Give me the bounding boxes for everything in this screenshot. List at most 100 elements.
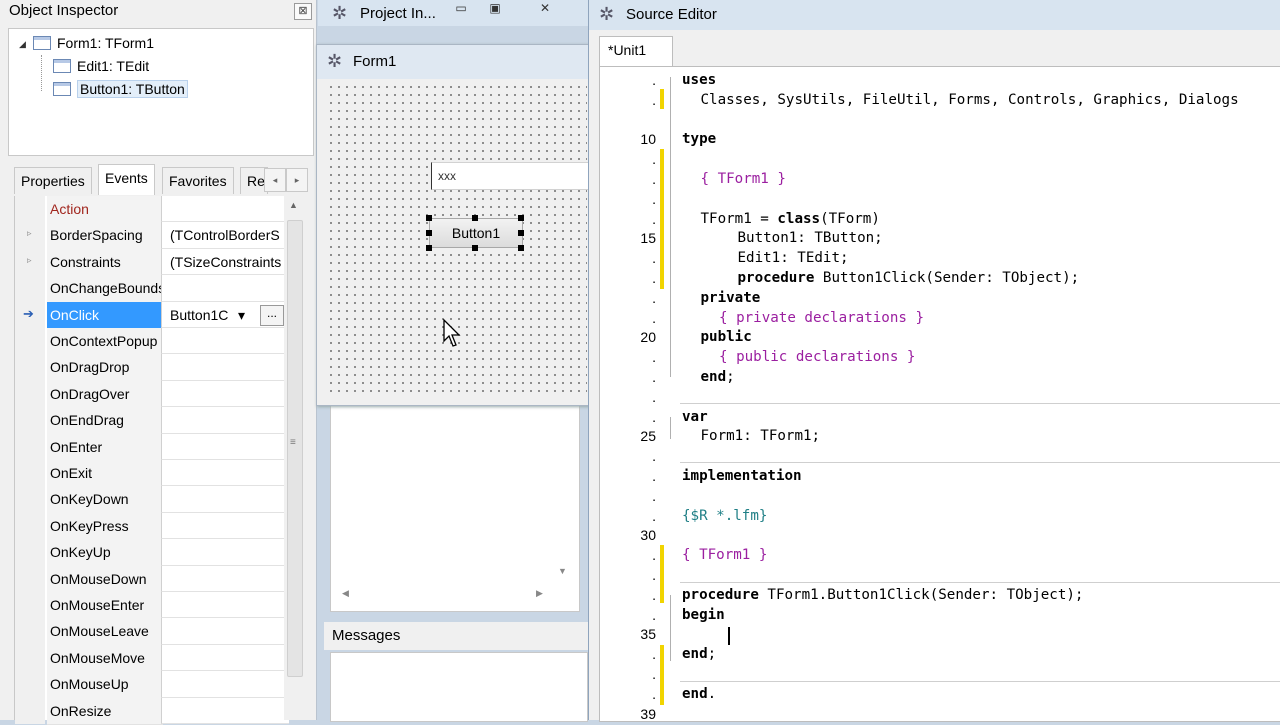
close-icon[interactable]: ⊠ [294, 3, 312, 20]
property-value[interactable] [161, 592, 289, 619]
property-value[interactable] [161, 565, 289, 592]
property-value[interactable] [161, 539, 289, 566]
grid-row[interactable]: OnKeyPress [15, 512, 289, 541]
minimize-icon[interactable]: ▭ [450, 1, 472, 15]
tree-node-button1[interactable]: Button1: TButton [53, 79, 188, 99]
property-name[interactable]: OnKeyUp [47, 539, 163, 567]
property-name[interactable]: Action [47, 196, 163, 224]
ellipsis-button[interactable]: ... [260, 304, 284, 326]
property-value[interactable] [161, 275, 289, 302]
code-editor[interactable]: .. 10.... 15.... 20.... 25.... 30.... 35... 39 … [599, 66, 1280, 722]
resize-handle[interactable] [426, 230, 432, 236]
property-name[interactable]: OnClick [47, 301, 163, 329]
grid-row[interactable]: OnKeyUp [15, 539, 289, 567]
tab-properties[interactable]: Properties [14, 167, 92, 194]
close-icon[interactable]: ✕ [534, 1, 556, 15]
property-name[interactable]: OnMouseMove [47, 644, 163, 673]
property-value[interactable] [161, 486, 289, 513]
property-value[interactable] [161, 671, 289, 698]
collapse-arrow-icon[interactable]: ◢ [19, 39, 26, 50]
tab-scroll-left-icon[interactable]: ◂ [264, 168, 286, 192]
grid-row[interactable]: OnEndDrag [15, 407, 289, 435]
grid-row[interactable]: OnMouseUp [15, 671, 289, 699]
property-value[interactable]: Button1C ▾... [161, 301, 289, 328]
property-name[interactable]: OnResize [47, 697, 163, 725]
form-canvas[interactable]: xxx Button1 [325, 81, 599, 395]
property-value[interactable] [161, 618, 289, 645]
restore-icon[interactable]: ▣ [484, 1, 506, 15]
edit1-control[interactable]: xxx [431, 162, 599, 190]
property-name[interactable]: OnMouseEnter [47, 592, 163, 620]
grid-scroll-thumb[interactable]: ≡ [287, 220, 303, 677]
property-name[interactable]: OnKeyDown [47, 486, 163, 514]
tree-node-form1[interactable]: Form1: TForm1 [33, 33, 154, 53]
resize-handle[interactable] [426, 215, 432, 221]
tab-events[interactable]: Events [98, 164, 155, 195]
grid-row[interactable]: OnMouseDown [15, 565, 289, 593]
grid-row[interactable]: ▹ Constraints (TSizeConstraints [15, 248, 289, 277]
grid-row[interactable]: ▹ BorderSpacing (TControlBorderS [15, 222, 289, 250]
grid-row[interactable]: OnChangeBounds [15, 275, 289, 303]
property-name[interactable]: OnDragDrop [47, 354, 163, 382]
property-value[interactable] [161, 380, 289, 408]
property-name[interactable]: BorderSpacing [47, 222, 163, 250]
property-value[interactable] [161, 460, 289, 487]
property-name[interactable]: OnEndDrag [47, 407, 163, 435]
resize-handle[interactable] [518, 245, 524, 251]
tree-node-edit1[interactable]: Edit1: TEdit [53, 56, 149, 76]
property-name[interactable]: OnEnter [47, 433, 163, 461]
grid-row[interactable]: ➔ OnClick Button1C ▾... [15, 301, 289, 329]
grid-row[interactable]: OnContextPopup [15, 328, 289, 356]
property-value[interactable] [161, 512, 289, 540]
property-value[interactable] [161, 407, 289, 434]
property-value[interactable] [161, 196, 289, 223]
property-name[interactable]: OnExit [47, 460, 163, 488]
row-gutter: ▹ [15, 222, 45, 249]
resize-handle[interactable] [472, 215, 478, 221]
grid-row[interactable]: OnDragOver [15, 380, 289, 409]
resize-handle[interactable] [518, 230, 524, 236]
resize-handle[interactable] [518, 215, 524, 221]
property-value[interactable] [161, 697, 289, 724]
section-separator [680, 462, 1280, 463]
source-editor-window: ✲ Source Editor *Unit1 .. 10.... 15.... 20.… [588, 0, 1280, 722]
property-value[interactable] [161, 433, 289, 460]
grid-row[interactable]: OnMouseLeave [15, 618, 289, 646]
button1-control[interactable]: Button1 [429, 218, 523, 248]
grid-row[interactable]: Action [15, 196, 289, 224]
grid-row[interactable]: OnMouseMove [15, 644, 289, 673]
resize-handle[interactable] [426, 245, 432, 251]
property-name[interactable]: OnMouseUp [47, 671, 163, 699]
line-number: . [652, 250, 656, 267]
property-name[interactable]: Constraints [47, 248, 163, 277]
scroll-up-icon[interactable]: ▲ [289, 200, 298, 210]
grid-row[interactable]: OnResize [15, 697, 289, 725]
property-name[interactable]: OnContextPopup [47, 328, 163, 356]
expand-arrow-icon[interactable]: ▹ [27, 255, 32, 266]
dropdown-arrow-icon[interactable]: ▾ [238, 302, 245, 327]
property-name[interactable]: OnChangeBounds [47, 275, 163, 303]
splitter[interactable] [318, 612, 590, 620]
property-name[interactable]: OnDragOver [47, 380, 163, 409]
grid-row[interactable]: OnExit [15, 460, 289, 488]
property-name[interactable]: OnMouseDown [47, 565, 163, 593]
grid-row[interactable]: OnEnter [15, 433, 289, 461]
property-name[interactable]: OnMouseLeave [47, 618, 163, 646]
expand-arrow-icon[interactable]: ▹ [27, 228, 32, 239]
tab-unit1[interactable]: *Unit1 [599, 36, 673, 67]
property-value[interactable] [161, 644, 289, 672]
property-value[interactable]: (TControlBorderS [161, 222, 289, 249]
tab-scroll-right-icon[interactable]: ▸ [286, 168, 308, 192]
property-value[interactable] [161, 354, 289, 381]
property-name[interactable]: OnKeyPress [47, 512, 163, 541]
property-value[interactable] [161, 328, 289, 355]
property-value[interactable]: (TSizeConstraints [161, 248, 289, 276]
resize-handle[interactable] [472, 245, 478, 251]
scroll-left-icon[interactable]: ◀ [342, 588, 349, 599]
grid-row[interactable]: OnMouseEnter [15, 592, 289, 620]
scroll-right-icon[interactable]: ▶ [536, 588, 543, 599]
grid-row[interactable]: OnDragDrop [15, 354, 289, 382]
tab-favorites[interactable]: Favorites [162, 167, 234, 194]
scroll-down-icon[interactable]: ▼ [558, 566, 567, 576]
grid-row[interactable]: OnKeyDown [15, 486, 289, 514]
